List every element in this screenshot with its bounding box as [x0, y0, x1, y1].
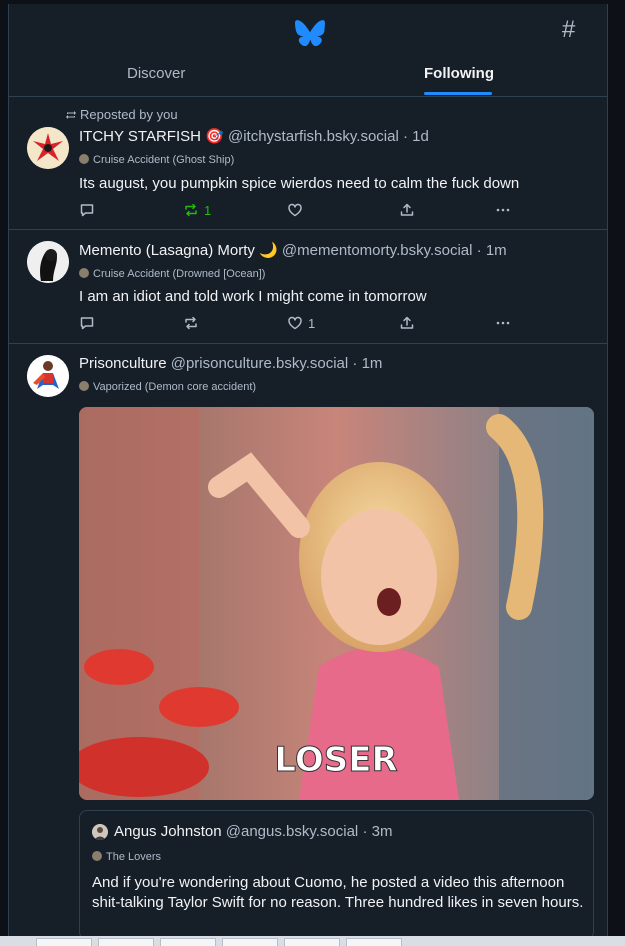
repost-icon: [185, 203, 197, 217]
avatar[interactable]: [27, 127, 69, 169]
active-tab-indicator: [424, 92, 492, 95]
repost-small-icon: [66, 111, 76, 119]
badge-label: Cruise Accident (Ghost Ship): [93, 154, 235, 166]
gif-caption: LOSER: [274, 740, 397, 780]
avatar[interactable]: [27, 241, 69, 283]
avatar[interactable]: [92, 824, 108, 840]
quoted-post[interactable]: Angus Johnston @angus.bsky.social · 3m T…: [79, 810, 594, 940]
like-button[interactable]: [287, 201, 308, 219]
taskbar: [0, 936, 625, 946]
taskbar-item[interactable]: [284, 938, 340, 946]
post-author[interactable]: ITCHY STARFISH 🎯 @itchystarfish.bsky.soc…: [79, 127, 429, 145]
feed-post[interactable]: Reposted by you ITCHY STARFISH 🎯 @itchys…: [9, 97, 607, 230]
tab-following[interactable]: Following: [424, 65, 494, 82]
post-author[interactable]: Prisonculture @prisonculture.bsky.social…: [79, 355, 382, 372]
heart-icon: [288, 203, 302, 217]
badge-icon: [79, 154, 89, 164]
share-icon: [400, 316, 414, 329]
post-time[interactable]: · 1m: [352, 355, 382, 372]
silhouette-avatar-icon: [27, 241, 69, 283]
post-actions: 1: [79, 314, 519, 332]
avatar[interactable]: [27, 355, 69, 397]
gif-image: LOSER: [79, 407, 594, 800]
handle[interactable]: @mementomorty.bsky.social: [282, 242, 473, 259]
starfish-avatar-icon: [27, 127, 69, 169]
like-button[interactable]: 1: [287, 314, 315, 332]
display-name[interactable]: Prisonculture: [79, 355, 167, 372]
handle[interactable]: @angus.bsky.social: [226, 823, 359, 840]
person-avatar-icon: [92, 824, 108, 840]
taskbar-item[interactable]: [98, 938, 154, 946]
quoted-text: And if you're wondering about Cuomo, he …: [92, 874, 584, 911]
more-icon: [496, 321, 510, 325]
display-name[interactable]: Angus Johnston: [114, 823, 222, 840]
butterfly-icon[interactable]: [295, 20, 325, 46]
taskbar-item[interactable]: [36, 938, 92, 946]
repost-icon: [185, 316, 197, 330]
repost-label: Reposted by you: [80, 107, 178, 122]
hash-icon[interactable]: #: [562, 18, 584, 42]
badge-icon: [79, 381, 89, 391]
handle[interactable]: @itchystarfish.bsky.social: [228, 128, 399, 145]
post-time[interactable]: · 1d: [403, 128, 429, 145]
post-author[interactable]: Memento (Lasagna) Morty 🌙 @mementomorty.…: [79, 241, 507, 259]
reply-button[interactable]: [79, 201, 100, 219]
repost-count: 1: [204, 202, 212, 218]
reply-icon: [80, 317, 94, 330]
more-icon: [496, 208, 510, 212]
repost-indicator: Reposted by you: [65, 107, 178, 122]
share-button[interactable]: [399, 314, 415, 332]
feed-column: # Discover Following Reposted by you ITC…: [8, 4, 608, 946]
share-button[interactable]: [399, 201, 415, 219]
post-media-gif[interactable]: LOSER: [79, 407, 594, 800]
post-actions: 1: [79, 201, 519, 219]
display-name[interactable]: ITCHY STARFISH 🎯: [79, 128, 224, 145]
taskbar-item[interactable]: [222, 938, 278, 946]
status-badge: Cruise Accident (Ghost Ship): [79, 154, 234, 166]
repost-button[interactable]: [183, 314, 204, 332]
heart-icon: [288, 316, 302, 330]
repost-button[interactable]: 1: [183, 201, 211, 219]
tab-discover[interactable]: Discover: [127, 65, 185, 82]
post-text: I am an idiot and told work I might come…: [79, 288, 427, 305]
feed-post[interactable]: Memento (Lasagna) Morty 🌙 @mementomorty.…: [9, 230, 607, 344]
feed-header: # Discover Following: [9, 4, 607, 97]
post-time[interactable]: · 1m: [477, 242, 507, 259]
badge-label: Vaporized (Demon core accident): [93, 381, 257, 393]
more-options-button[interactable]: [495, 201, 511, 219]
badge-label: Cruise Accident (Drowned [Ocean]): [93, 268, 266, 280]
feed-post[interactable]: Prisonculture @prisonculture.bsky.social…: [9, 344, 607, 944]
handle[interactable]: @prisonculture.bsky.social: [171, 355, 349, 372]
taskbar-item[interactable]: [346, 938, 402, 946]
reply-icon: [80, 204, 94, 217]
badge-icon: [79, 268, 89, 278]
badge-icon: [92, 851, 102, 861]
taskbar-item[interactable]: [160, 938, 216, 946]
status-badge: The Lovers: [92, 851, 161, 863]
window-left-edge: [0, 0, 8, 946]
post-text: Its august, you pumpkin spice wierdos ne…: [79, 175, 520, 192]
like-count: 1: [308, 315, 316, 331]
quoted-author[interactable]: Angus Johnston @angus.bsky.social · 3m: [114, 823, 392, 840]
superhero-avatar-icon: [27, 355, 69, 397]
more-options-button[interactable]: [495, 314, 511, 332]
badge-label: The Lovers: [106, 851, 162, 863]
post-time[interactable]: · 3m: [362, 823, 392, 840]
share-icon: [400, 203, 414, 216]
display-name[interactable]: Memento (Lasagna) Morty 🌙: [79, 242, 278, 259]
status-badge: Vaporized (Demon core accident): [79, 381, 256, 393]
reply-button[interactable]: [79, 314, 100, 332]
window-right-edge: [608, 0, 625, 946]
status-badge: Cruise Accident (Drowned [Ocean]): [79, 268, 265, 280]
